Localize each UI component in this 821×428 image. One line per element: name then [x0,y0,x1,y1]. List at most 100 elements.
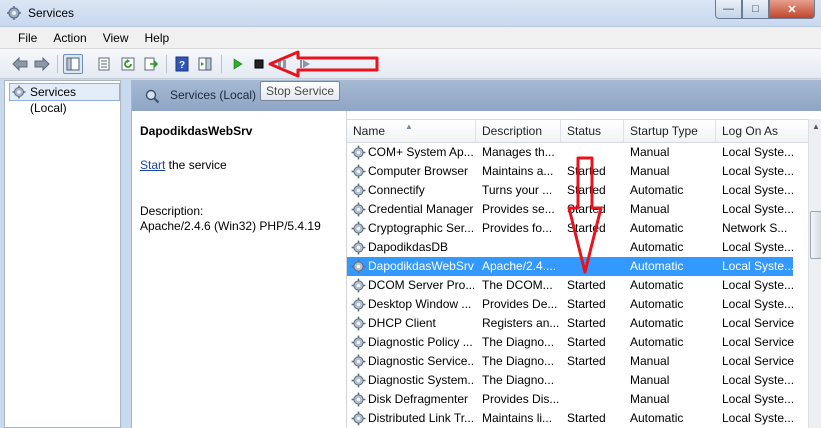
service-row[interactable]: DHCP Client Registers an... Started Automat… [347,314,794,333]
vertical-scrollbar[interactable]: ▲ [808,119,821,428]
column-header-log-on-as[interactable]: Log On As [716,120,809,142]
services-gear-icon [12,85,26,99]
window-controls: — □ ✕ [715,0,815,20]
svg-text:?: ? [179,60,185,71]
cell-description: Registers an... [482,316,560,330]
toolbar-separator [57,55,58,73]
menu-file[interactable]: File [10,28,45,48]
service-gear-icon [351,411,366,426]
cell-name: DapodikdasWebSrv [368,259,474,273]
pause-service-button[interactable] [272,54,292,74]
stop-service-tooltip: Stop Service [260,81,341,101]
service-row[interactable]: Diagnostic Service... The Diagno... Starte… [347,352,794,371]
service-row[interactable]: Disk Defragmenter Provides Dis... Manual Lo… [347,390,794,409]
service-gear-icon [351,145,366,160]
cell-logon: Local Syste... [722,164,795,178]
service-row[interactable]: Computer Browser Maintains a... Started Man… [347,162,794,181]
restart-service-button[interactable] [295,54,315,74]
service-row[interactable]: Distributed Link Tr... Maintains li... Sta… [347,409,794,428]
cell-startup: Manual [630,354,670,368]
cell-name: Diagnostic System... [368,373,474,387]
tree-item-label: Services (Local) [30,85,77,115]
export-list-button[interactable] [141,54,161,74]
cell-description: Apache/2.4.... [482,259,557,273]
pause-icon [278,60,286,68]
menu-view[interactable]: View [95,28,137,48]
scroll-up-arrow-icon[interactable]: ▲ [809,119,821,135]
cell-startup: Automatic [630,183,684,197]
start-service-button[interactable] [227,54,247,74]
cell-name: Credential Manager [368,202,474,216]
service-row[interactable]: Desktop Window ... Provides De... Started A… [347,295,794,314]
service-details-panel: DapodikdasWebSrv Start the service Descr… [140,111,345,428]
restart-icon [300,60,310,68]
cell-name: DCOM Server Pro... [368,278,474,292]
service-row[interactable]: DCOM Server Pro... The DCOM... Started Auto… [347,276,794,295]
scrollbar-thumb[interactable] [810,211,821,259]
cell-status: Started [567,221,606,235]
cell-logon: Local Syste... [722,183,795,197]
menu-help[interactable]: Help [137,28,178,48]
selected-service-name: DapodikdasWebSrv [140,124,253,138]
service-gear-icon [351,259,366,274]
service-gear-icon [351,221,366,236]
cell-status: Started [567,164,606,178]
cell-description: Provides Dis... [482,392,560,406]
maximize-button[interactable]: □ [742,0,769,19]
service-description: Apache/2.4.6 (Win32) PHP/5.4.19 [140,219,321,233]
cell-logon: Local Service [722,335,795,349]
minimize-button[interactable]: — [715,0,742,19]
column-header-status[interactable]: Status [561,120,624,142]
cell-startup: Manual [630,145,670,159]
pane-header: Services (Local) Stop Service [132,80,821,111]
toolbar-separator [221,55,222,73]
forward-button[interactable] [32,54,52,74]
cell-description: The Diagno... [482,354,555,368]
service-row[interactable]: COM+ System Ap... Manages th... Manual Loca… [347,143,794,162]
service-row[interactable]: DapodikdasDB Automatic Local Syste... [347,238,794,257]
cell-status: Started [567,316,606,330]
column-headers: ▲ Name Description Status Startup Type L… [347,119,809,143]
service-row[interactable]: Credential Manager Provides se... Started M… [347,200,794,219]
toolbar-separator [166,55,167,73]
properties-icon [98,57,110,71]
cell-startup: Automatic [630,221,684,235]
search-services-icon [145,89,160,104]
column-header-description[interactable]: Description [476,120,561,142]
column-header-name[interactable]: ▲ Name [347,120,476,142]
service-row[interactable]: Cryptographic Ser... Provides fo... Starte… [347,219,793,238]
start-service-link[interactable]: Start [140,158,165,172]
service-row[interactable]: Diagnostic System... The Diagno... Manual L… [347,371,794,390]
service-row[interactable]: Diagnostic Policy ... The Diagno... Starte… [347,333,794,352]
tree-item-services-local[interactable]: Services (Local) [9,83,120,115]
service-row[interactable]: DapodikdasWebSrv Apache/2.4.... Automatic L… [347,257,794,276]
close-button[interactable]: ✕ [769,0,815,19]
window-title: Services [28,6,75,20]
service-gear-icon [351,183,366,198]
service-action-line: Start the service [140,158,227,172]
menu-action[interactable]: Action [45,28,94,48]
cell-logon: Local Service [722,354,795,368]
properties-button[interactable] [94,54,114,74]
help-button[interactable]: ? [172,54,192,74]
show-action-pane-button[interactable] [195,54,215,74]
show-hide-console-tree-button[interactable] [63,54,83,74]
action-pane-icon [198,57,212,71]
cell-description: Turns your ... [482,183,553,197]
service-row[interactable]: Connectify Turns your ... Started Automatic… [347,181,794,200]
cell-logon: Local Syste... [722,297,795,311]
cell-name: COM+ System Ap... [368,145,474,159]
cell-status: Started [567,202,606,216]
cell-startup: Manual [630,373,670,387]
refresh-button[interactable] [118,54,138,74]
cell-logon: Network S... [722,221,788,235]
cell-name: Cryptographic Ser... [368,221,474,235]
stop-service-button[interactable] [249,54,269,74]
menu-bar: File Action View Help [0,27,821,49]
column-header-startup-type[interactable]: Startup Type [624,120,716,142]
cell-logon: Local Syste... [722,240,795,254]
back-button[interactable] [10,54,30,74]
service-gear-icon [351,278,366,293]
cell-description: Manages th... [482,145,555,159]
cell-logon: Local Service [722,316,795,330]
